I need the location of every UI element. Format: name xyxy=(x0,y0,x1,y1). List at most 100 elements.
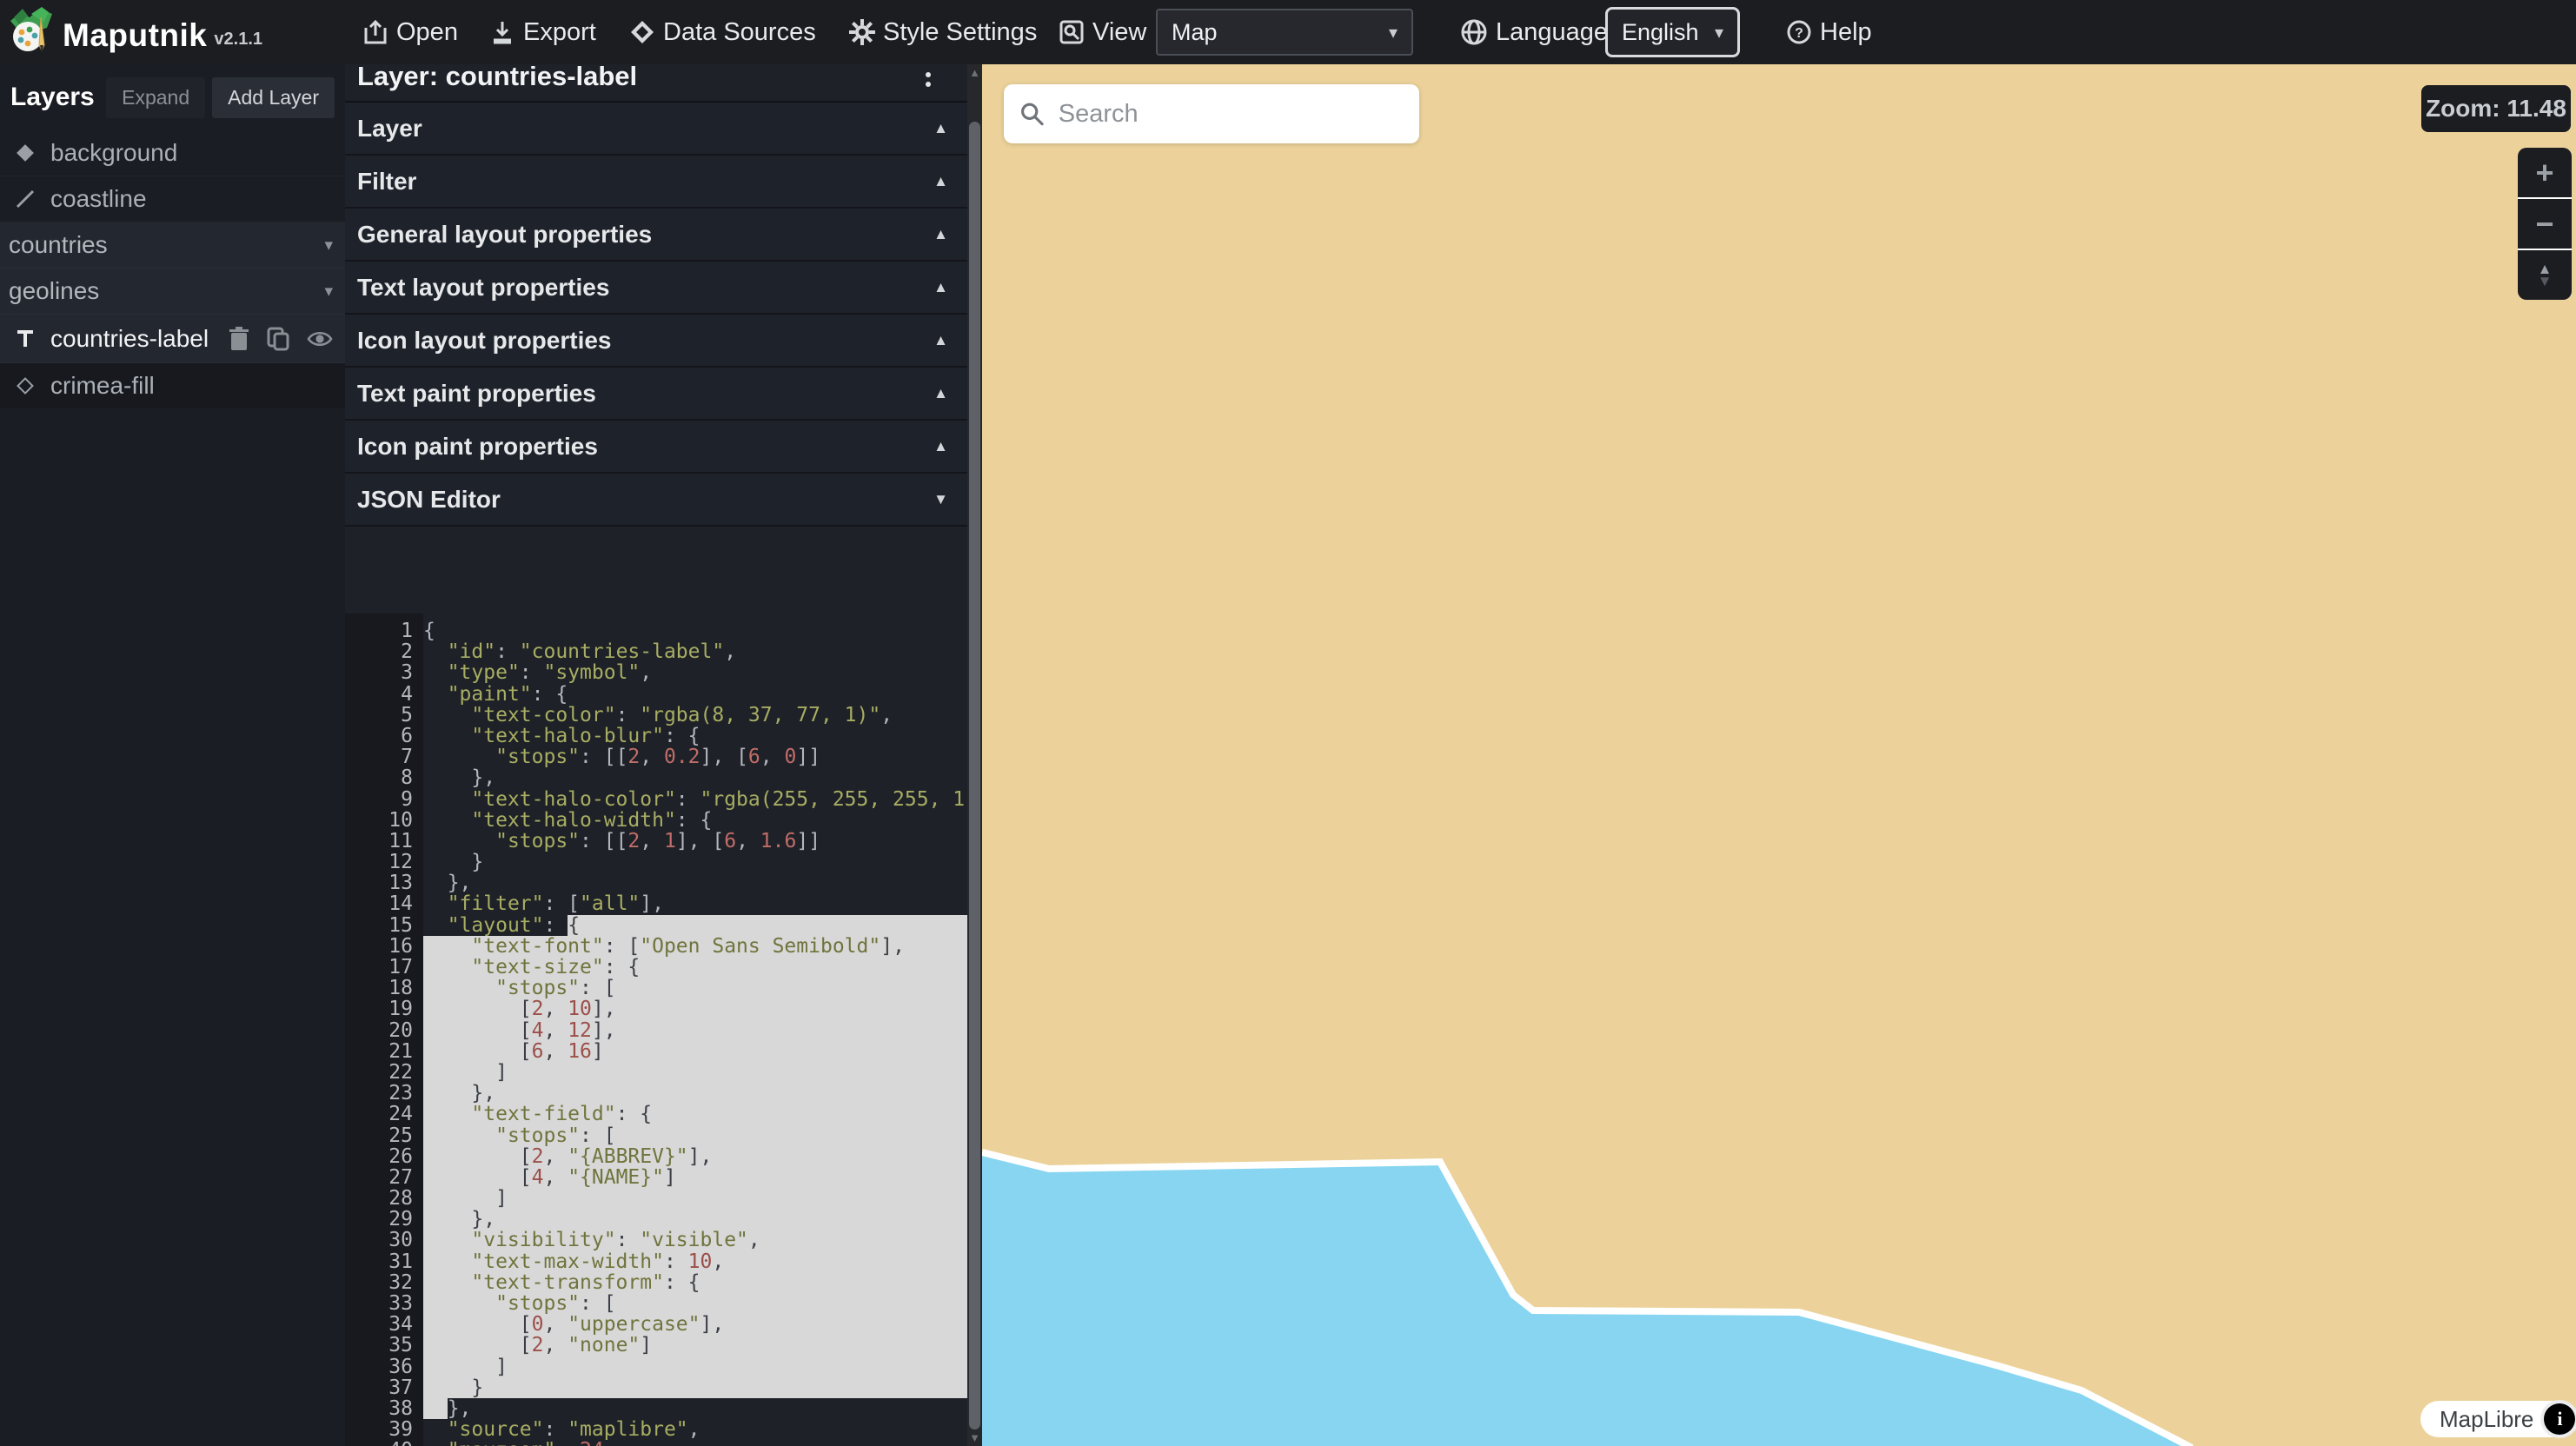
search-input[interactable] xyxy=(1059,100,1404,129)
map-canvas[interactable]: Zoom: 11.48 + − ▲ ▼ MapLibre i xyxy=(982,64,2576,1446)
code-line-37[interactable]: } xyxy=(423,1377,967,1398)
section-icon-layout-properties[interactable]: Icon layout properties▲ xyxy=(345,315,967,368)
chevron-down-icon: ▾ xyxy=(1389,22,1398,43)
code-line-20[interactable]: [4, 12], xyxy=(423,1020,967,1041)
code-line-10[interactable]: "text-halo-width": { xyxy=(423,810,967,831)
layer-item-background[interactable]: background xyxy=(0,130,345,176)
code-line-1[interactable]: { xyxy=(423,620,967,641)
view-mode-select[interactable]: Map ▾ xyxy=(1156,9,1413,56)
help-icon: ? xyxy=(1786,19,1812,45)
open-button[interactable]: Open xyxy=(362,0,458,64)
code-line-17[interactable]: "text-size": { xyxy=(423,957,967,978)
code-line-27[interactable]: [4, "{NAME}"] xyxy=(423,1167,967,1188)
section-icon-paint-properties[interactable]: Icon paint properties▲ xyxy=(345,421,967,474)
more-options-icon[interactable] xyxy=(926,68,931,91)
caret-down-icon[interactable]: ▾ xyxy=(324,282,333,302)
diamond-outline-icon xyxy=(12,375,38,397)
layer-item-crimea-fill[interactable]: crimea-fill xyxy=(0,363,345,409)
code-line-23[interactable]: }, xyxy=(423,1083,967,1104)
code-line-9[interactable]: "text-halo-color": "rgba(255, 255, 255, … xyxy=(423,789,967,810)
view-label: View xyxy=(1092,18,1146,47)
code-line-11[interactable]: "stops": [[2, 1], [6, 1.6]] xyxy=(423,831,967,852)
code-line-2[interactable]: "id": "countries-label", xyxy=(423,641,967,662)
style-settings-button[interactable]: Style Settings xyxy=(849,0,1037,64)
group-label: geolines xyxy=(9,277,99,305)
language-value: English xyxy=(1622,19,1699,46)
section-text-layout-properties[interactable]: Text layout properties ▲ xyxy=(345,262,967,315)
code-area[interactable]: { "id": "countries-label", "type": "symb… xyxy=(423,614,967,1446)
code-line-36[interactable]: ] xyxy=(423,1356,967,1377)
code-line-39[interactable]: "source": "maplibre", xyxy=(423,1419,967,1440)
caret-up-icon: ▲ xyxy=(933,173,948,190)
section-json-editor[interactable]: JSON Editor▼ xyxy=(345,474,967,527)
code-line-15[interactable]: "layout": { xyxy=(423,915,967,936)
code-line-6[interactable]: "text-halo-blur": { xyxy=(423,726,967,746)
code-line-5[interactable]: "text-color": "rgba(8, 37, 77, 1)", xyxy=(423,705,967,726)
language-select[interactable]: English ▾ xyxy=(1605,7,1740,57)
code-line-14[interactable]: "filter": ["all"], xyxy=(423,893,967,914)
caret-down-icon[interactable]: ▾ xyxy=(324,235,333,255)
export-button[interactable]: Export xyxy=(489,0,596,64)
code-line-24[interactable]: "text-field": { xyxy=(423,1104,967,1124)
duplicate-icon[interactable] xyxy=(267,327,289,351)
add-layer-button[interactable]: Add Layer xyxy=(212,77,335,118)
code-line-21[interactable]: [6, 16] xyxy=(423,1041,967,1062)
scroll-up-icon[interactable]: ▲ xyxy=(967,66,982,79)
chevron-down-icon: ▾ xyxy=(1715,22,1723,43)
code-line-3[interactable]: "type": "symbol", xyxy=(423,662,967,683)
caret-up-icon: ▲ xyxy=(933,279,948,296)
delete-icon[interactable] xyxy=(229,327,249,351)
code-line-40[interactable]: "maxzoom": 24, xyxy=(423,1440,967,1446)
code-line-28[interactable]: ] xyxy=(423,1188,967,1209)
layers-sidebar: Layers Expand Add Layer backgroundcoastl… xyxy=(0,64,345,1446)
export-label: Export xyxy=(523,18,596,47)
code-line-8[interactable]: }, xyxy=(423,767,967,788)
section-filter[interactable]: Filter▲ xyxy=(345,156,967,209)
section-text-paint-properties[interactable]: Text paint properties▲ xyxy=(345,368,967,421)
code-line-16[interactable]: "text-font": ["Open Sans Semibold"], xyxy=(423,936,967,957)
layer-item-countries-label[interactable]: countries-label xyxy=(0,315,345,363)
editor-scrollbar-thumb[interactable] xyxy=(969,122,980,1429)
code-line-35[interactable]: [2, "none"] xyxy=(423,1335,967,1356)
code-line-38[interactable]: }, xyxy=(423,1398,967,1419)
pitch-down-icon: ▼ xyxy=(2538,275,2553,288)
editor-scrollbar[interactable]: ▲ ▼ xyxy=(967,64,982,1446)
pitch-toggle-button[interactable]: ▲ ▼ xyxy=(2518,250,2572,300)
code-line-29[interactable]: }, xyxy=(423,1209,967,1230)
section-label: Text layout properties xyxy=(357,274,609,302)
code-line-4[interactable]: "paint": { xyxy=(423,684,967,705)
code-line-32[interactable]: "text-transform": { xyxy=(423,1272,967,1293)
map-search-box[interactable] xyxy=(1004,84,1419,143)
view-icon xyxy=(1059,19,1085,45)
code-line-31[interactable]: "text-max-width": 10, xyxy=(423,1251,967,1272)
info-icon[interactable]: i xyxy=(2544,1403,2575,1435)
scroll-down-icon[interactable]: ▼ xyxy=(967,1431,982,1444)
code-line-26[interactable]: [2, "{ABBREV}"], xyxy=(423,1146,967,1167)
attribution-link[interactable]: MapLibre xyxy=(2440,1406,2533,1433)
app-version: v2.1.1 xyxy=(214,30,262,54)
code-line-22[interactable]: ] xyxy=(423,1062,967,1083)
zoom-in-button[interactable]: + xyxy=(2518,148,2572,197)
expand-button[interactable]: Expand xyxy=(106,77,205,118)
zoom-out-button[interactable]: − xyxy=(2518,199,2572,249)
section-general-layout-properties[interactable]: General layout properties▲ xyxy=(345,209,967,262)
help-button[interactable]: ? Help xyxy=(1786,0,1872,64)
layer-group-geolines[interactable]: geolines ▾ xyxy=(0,269,345,315)
code-line-7[interactable]: "stops": [[2, 0.2], [6, 0]] xyxy=(423,746,967,767)
code-line-13[interactable]: }, xyxy=(423,872,967,893)
code-line-30[interactable]: "visibility": "visible", xyxy=(423,1230,967,1250)
section-layer[interactable]: Layer▲ xyxy=(345,103,967,156)
data-sources-button[interactable]: Data Sources xyxy=(629,0,816,64)
code-line-34[interactable]: [0, "uppercase"], xyxy=(423,1314,967,1335)
code-line-33[interactable]: "stops": [ xyxy=(423,1293,967,1314)
app-title: Maputnik xyxy=(63,17,207,54)
code-line-12[interactable]: } xyxy=(423,852,967,872)
code-line-25[interactable]: "stops": [ xyxy=(423,1125,967,1146)
layer-item-coastline[interactable]: coastline xyxy=(0,176,345,222)
view-label-group: View xyxy=(1059,0,1146,64)
code-line-19[interactable]: [2, 10], xyxy=(423,998,967,1019)
map-water-layer xyxy=(982,64,2576,1446)
visibility-icon[interactable] xyxy=(307,329,333,348)
code-line-18[interactable]: "stops": [ xyxy=(423,978,967,998)
layer-group-countries[interactable]: countries▾ xyxy=(0,222,345,269)
